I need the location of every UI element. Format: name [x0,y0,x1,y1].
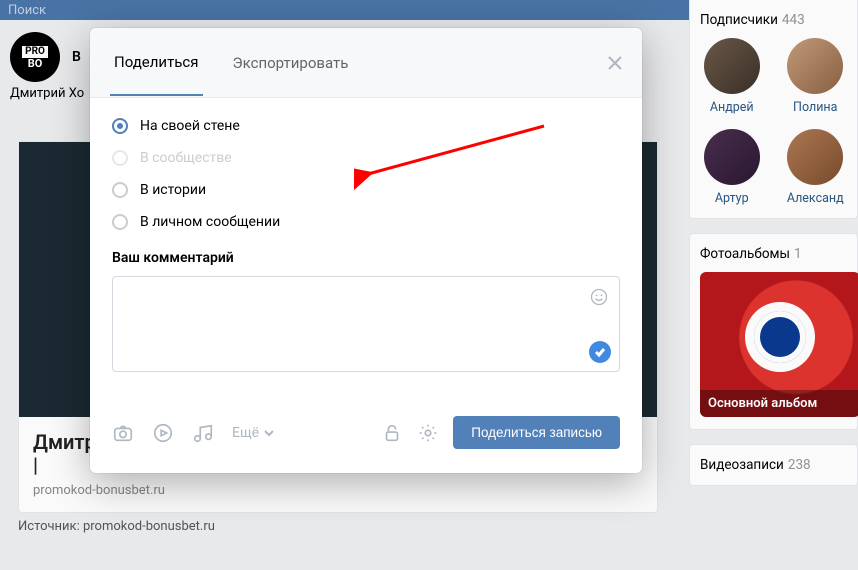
more-label: Ещё [232,425,259,441]
comment-label: Ваш комментарий [112,250,620,266]
share-submit-button[interactable]: Поделиться записью [453,416,620,449]
lock-icon[interactable] [381,422,403,444]
radio-dot-icon [112,214,128,230]
music-note-icon[interactable] [192,422,214,444]
emoji-icon[interactable] [589,287,609,307]
radio-pm[interactable]: В личном сообщении [112,214,620,230]
share-target-radios: На своей стене В сообществе В истории В … [112,118,620,230]
modal-footer: Ещё Поделиться записью [90,394,642,473]
radio-label: В истории [140,182,206,198]
radio-label: В личном сообщении [140,214,280,230]
tab-share[interactable]: Поделиться [110,29,203,96]
radio-dot-icon [112,182,128,198]
play-icon[interactable] [152,422,174,444]
share-modal: Поделиться Экспортировать На своей стене… [90,28,642,473]
modal-header: Поделиться Экспортировать [90,28,642,98]
camera-icon[interactable] [112,422,134,444]
confirm-icon[interactable] [589,341,611,363]
radio-wall[interactable]: На своей стене [112,118,620,134]
tab-export[interactable]: Экспортировать [229,30,353,95]
settings-icon[interactable] [417,422,439,444]
comment-input[interactable] [112,276,620,372]
chevron-down-icon [263,427,275,439]
radio-label: На своей стене [140,118,240,134]
radio-dot-icon [112,118,128,134]
more-button[interactable]: Ещё [232,425,275,441]
radio-label: В сообществе [140,150,232,166]
radio-story[interactable]: В истории [112,182,620,198]
radio-dot-icon [112,150,128,166]
close-icon[interactable] [606,54,624,72]
radio-community: В сообществе [112,150,620,166]
